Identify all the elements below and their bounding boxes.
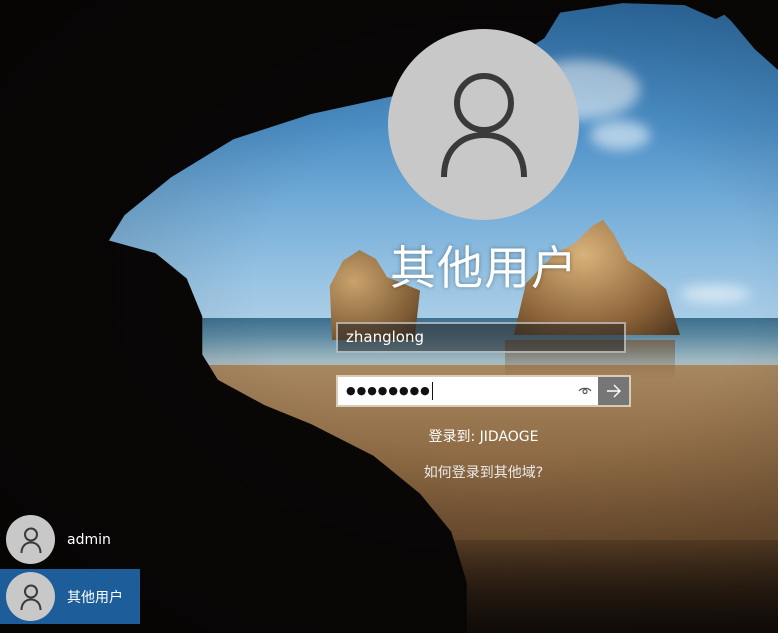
user-name: admin (67, 531, 111, 548)
eye-icon (578, 387, 592, 395)
user-item-other-user[interactable]: 其他用户 (0, 569, 140, 624)
password-mask: ●●●●●●●● (346, 384, 431, 397)
user-switcher: admin 其他用户 (0, 512, 140, 624)
submit-button[interactable] (598, 377, 629, 405)
user-name: 其他用户 (67, 589, 123, 606)
arrow-right-icon (606, 384, 621, 398)
reveal-password-button[interactable] (572, 377, 598, 405)
avatar (6, 572, 55, 621)
sign-in-to-label: 登录到: JIDAOGE (428, 429, 539, 445)
user-title: 其他用户 (390, 241, 578, 295)
other-domain-link[interactable]: 如何登录到其他域? (336, 462, 631, 482)
password-field[interactable]: ●●●●●●●● (338, 377, 572, 405)
user-avatar-large (388, 29, 579, 220)
user-icon (20, 584, 41, 610)
user-icon (440, 72, 527, 177)
user-icon (20, 527, 41, 553)
user-item-admin[interactable]: admin (0, 512, 140, 567)
password-box: ●●●●●●●● (336, 375, 631, 407)
text-caret (431, 382, 433, 400)
avatar (6, 515, 55, 564)
username-field[interactable]: zhanglong (336, 322, 626, 353)
